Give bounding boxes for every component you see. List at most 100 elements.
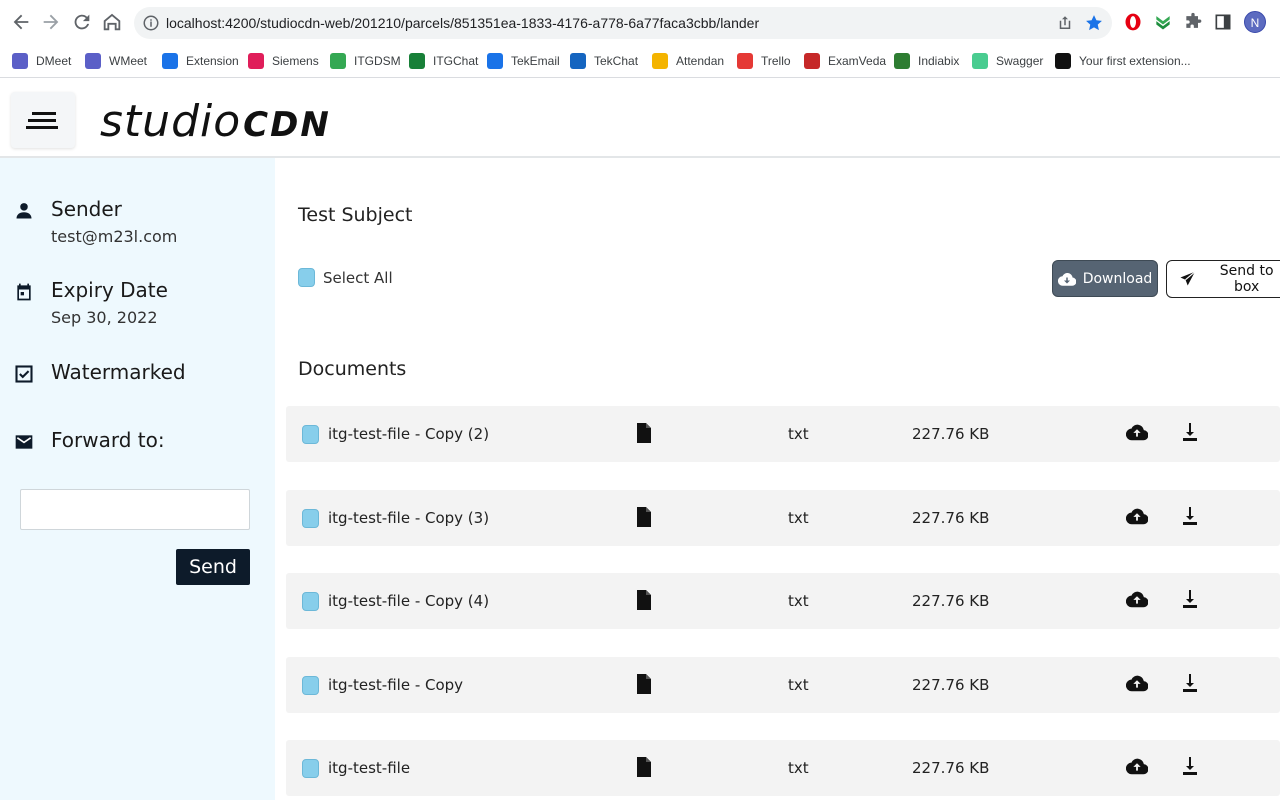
forward-arrow-icon[interactable] (40, 11, 62, 33)
document-size: 227.76 KB (912, 592, 990, 611)
person-icon (14, 201, 34, 221)
document-name: itg-test-file - Copy (2) (328, 425, 490, 443)
download-icon[interactable] (1182, 422, 1198, 442)
hamburger-menu-button[interactable] (11, 92, 75, 148)
slack-icon (248, 53, 264, 69)
puzzle-icon (162, 53, 178, 69)
select-all-label: Select All (323, 268, 393, 287)
bookmark-star-icon[interactable] (1084, 13, 1104, 33)
parcel-subject: Test Subject (298, 204, 413, 226)
select-all-box[interactable] (298, 268, 315, 287)
document-checkbox[interactable] (302, 508, 319, 528)
calendar-icon (14, 282, 34, 302)
document-checkbox[interactable] (302, 592, 319, 612)
teams-icon (85, 53, 101, 69)
studiocdn-logo[interactable]: studio CDN (100, 96, 331, 147)
paper-plane-icon (1180, 271, 1196, 286)
download-icon[interactable] (1182, 589, 1198, 609)
send-to-box-label: Send to box (1219, 263, 1274, 295)
bookmark-8[interactable]: Attendan (652, 52, 724, 70)
home-icon[interactable] (101, 11, 123, 33)
share-icon[interactable] (1056, 14, 1074, 32)
bookmark-label: Extension (186, 54, 239, 68)
send-to-box-button[interactable]: Send to box (1166, 260, 1280, 298)
side-panel-icon[interactable] (1213, 12, 1233, 32)
sender-email: test@m23l.com (51, 227, 178, 246)
forward-label: Forward to: (51, 428, 165, 452)
bookmark-13[interactable]: Your first extension... (1055, 52, 1191, 70)
extensions-puzzle-icon[interactable] (1183, 12, 1203, 32)
file-icon (637, 506, 651, 527)
address-bar[interactable]: localhost:4200/studiocdn-web/201210/parc… (134, 7, 1112, 39)
bookmark-5[interactable]: ITGChat (409, 52, 478, 70)
bookmark-11[interactable]: Indiabix (894, 52, 959, 70)
bookmark-4[interactable]: ITGDSM (330, 52, 401, 70)
bookmark-label: Siemens (272, 54, 319, 68)
bookmark-label: ExamVeda (828, 54, 887, 68)
download-button[interactable]: Download (1052, 260, 1158, 297)
url-text: localhost:4200/studiocdn-web/201210/parc… (166, 15, 760, 31)
cloud-upload-icon[interactable] (1125, 507, 1149, 525)
bookmark-0[interactable]: DMeet (12, 52, 71, 70)
expiry-date: Sep 30, 2022 (51, 308, 158, 327)
document-extension: txt (788, 508, 809, 527)
bookmark-label: ITGChat (433, 54, 479, 68)
document-name: itg-test-file - Copy (328, 675, 464, 694)
send-button[interactable]: Send (176, 549, 250, 585)
site-info-icon[interactable] (142, 14, 160, 32)
watermarked-label: Watermarked (51, 360, 186, 384)
bookmark-3[interactable]: Siemens (248, 52, 319, 70)
back-arrow-icon[interactable] (10, 11, 32, 33)
document-row[interactable]: itg-test-file - Copy (3) txt 227.76 KB (286, 489, 1280, 546)
bookmark-label: TekEmail (511, 54, 560, 68)
bookmark-10[interactable]: ExamVeda (804, 52, 886, 70)
bookmark-6[interactable]: TekEmail (487, 52, 560, 70)
bookmarks-bar: DMeet WMeet Extension Siemens ITGDSM ITGChat T… (0, 44, 1280, 78)
reload-icon[interactable] (71, 11, 93, 33)
profile-avatar[interactable]: N (1244, 11, 1266, 33)
cloud-download-icon (1057, 272, 1076, 286)
bookmark-2[interactable]: Extension (162, 52, 239, 70)
download-icon[interactable] (1182, 756, 1198, 776)
file-icon (637, 590, 651, 611)
document-checkbox[interactable] (302, 759, 319, 779)
logo-text-light: studio (100, 96, 242, 147)
parcel-main: Test Subject Select All Download Send to… (275, 158, 1280, 800)
app-header: studio CDN (0, 82, 1280, 158)
document-row[interactable]: itg-test-file txt 227.76 KB (286, 740, 1280, 797)
file-icon (637, 423, 651, 443)
attendance-icon (652, 53, 668, 69)
download-icon[interactable] (1182, 673, 1198, 693)
expiry-label: Expiry Date (51, 278, 168, 302)
cloud-upload-icon[interactable] (1125, 674, 1149, 692)
browser-toolbar: localhost:4200/studiocdn-web/201210/parc… (0, 0, 1280, 44)
tekchat-icon (570, 53, 586, 69)
bookmark-1[interactable]: WMeet (85, 52, 147, 70)
download-icon[interactable] (1182, 506, 1198, 526)
document-row[interactable]: itg-test-file - Copy (4) txt 227.76 KB (286, 573, 1280, 630)
cloud-upload-icon[interactable] (1125, 423, 1149, 441)
bookmark-label: ITGDSM (354, 54, 401, 68)
forward-email-input[interactable] (20, 489, 250, 530)
cloud-upload-icon[interactable] (1125, 757, 1149, 775)
mail-icon (487, 53, 503, 69)
cloud-upload-icon[interactable] (1125, 590, 1149, 608)
document-checkbox[interactable] (302, 675, 319, 695)
document-row[interactable]: itg-test-file - Copy (2) txt 227.76 KB (286, 406, 1280, 462)
trello-icon (737, 53, 753, 69)
logo-text-bold: CDN (243, 105, 331, 145)
bookmark-9[interactable]: Trello (737, 52, 791, 70)
document-extension: txt (788, 425, 809, 443)
bookmark-12[interactable]: Swagger (972, 52, 1043, 70)
bookmark-label: TekChat (594, 54, 639, 68)
bookmark-label: Your first extension... (1079, 54, 1191, 68)
document-size: 227.76 KB (912, 508, 990, 527)
document-checkbox[interactable] (302, 425, 319, 444)
opera-extension-icon[interactable] (1123, 12, 1143, 32)
select-all-checkbox[interactable]: Select All (298, 268, 393, 287)
document-row[interactable]: itg-test-file - Copy txt 227.76 KB (286, 656, 1280, 713)
bookmark-7[interactable]: TekChat (570, 52, 638, 70)
indiabix-icon (894, 53, 910, 69)
file-icon (637, 673, 651, 694)
chevrons-extension-icon[interactable] (1153, 12, 1173, 32)
